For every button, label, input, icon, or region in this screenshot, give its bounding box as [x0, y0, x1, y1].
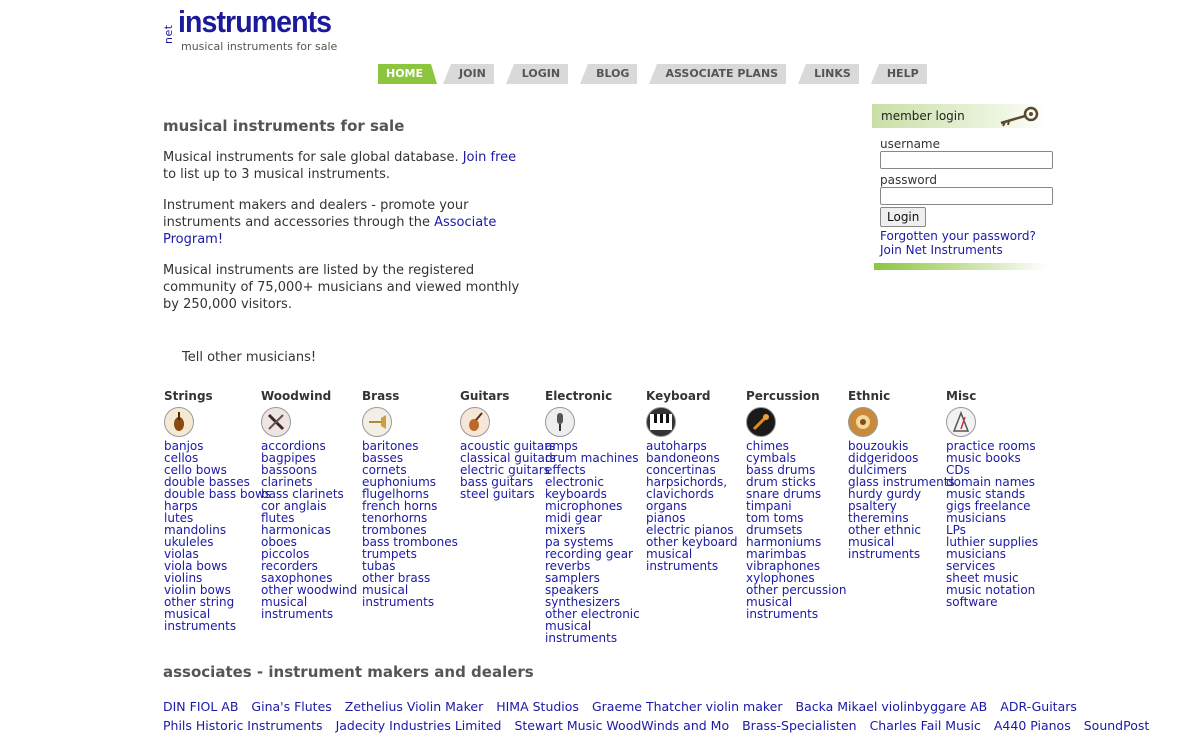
category-title[interactable]: Ethnic [848, 389, 955, 403]
tab-join[interactable]: JOIN [443, 64, 494, 84]
associate-link[interactable]: Charles Fail Music [870, 718, 981, 733]
logo-brand-text: instruments [178, 4, 332, 39]
category-item-link[interactable]: instruments [164, 620, 271, 632]
category-items: acoustic guitars classical guitars electri… [460, 440, 556, 500]
member-login-title: member login [881, 109, 965, 123]
tab-home[interactable]: HOME [378, 64, 438, 84]
violin-icon[interactable] [164, 407, 194, 437]
category-item-link[interactable]: instruments [746, 608, 846, 620]
category-item-link[interactable]: software [946, 596, 1038, 608]
category-items: amps drum machines effects electronic keyboa… [545, 440, 640, 644]
category-electronic: Electronic amps drum machines effects elect… [545, 389, 640, 644]
join-net-instruments-link[interactable]: Join Net Instruments [880, 243, 1047, 257]
forgot-password-link[interactable]: Forgotten your password? [880, 229, 1047, 243]
clarinet-icon[interactable] [261, 407, 291, 437]
associates-row-2: Phils Historic Instruments Jadecity Indus… [163, 718, 1162, 733]
tab-blog[interactable]: BLOG [580, 64, 638, 84]
category-item-link[interactable]: instruments [646, 560, 737, 572]
category-title[interactable]: Guitars [460, 389, 556, 403]
category-item-link[interactable]: steel guitars [460, 488, 556, 500]
guitar-icon[interactable] [460, 407, 490, 437]
associate-link[interactable]: Jadecity Industries Limited [336, 718, 502, 733]
category-title[interactable]: Electronic [545, 389, 640, 403]
category-item-link[interactable]: instruments [362, 596, 458, 608]
associate-link[interactable]: Gina's Flutes [251, 699, 331, 714]
site-logo[interactable]: net instruments musical instruments for … [162, 4, 344, 56]
category-item-link[interactable]: instruments [848, 548, 955, 560]
category-items: practice rooms music books CDs domain names… [946, 440, 1038, 608]
tab-associate-plans[interactable]: ASSOCIATE PLANS [649, 64, 787, 84]
intro-p1-text-end: to list up to 3 musical instruments. [163, 167, 390, 182]
category-items: accordions bagpipes bassoons clarinets bass … [261, 440, 357, 620]
username-input[interactable] [880, 151, 1053, 169]
member-login-panel: member login username password Login For… [872, 104, 1053, 270]
category-items: banjos cellos cello bows double basses doubl… [164, 440, 271, 632]
tab-help[interactable]: HELP [870, 64, 927, 84]
associate-link[interactable]: Stewart Music WoodWinds and Mo [514, 718, 729, 733]
category-keyboard: Keyboard autoharps bandoneons concertinas h… [646, 389, 737, 572]
associate-link[interactable]: Graeme Thatcher violin maker [592, 699, 783, 714]
category-percussion: Percussion chimes cymbals bass drums drum s… [746, 389, 846, 620]
associate-link[interactable]: ADR-Guitars [1000, 699, 1077, 714]
category-title[interactable]: Strings [164, 389, 271, 403]
category-title[interactable]: Brass [362, 389, 458, 403]
intro-paragraph-2: Instrument makers and dealers - promote … [163, 197, 523, 248]
associate-link[interactable]: Brass-Specialisten [742, 718, 856, 733]
tell-other-musicians[interactable]: Tell other musicians! [182, 350, 316, 365]
intro-p2-text: Instrument makers and dealers - promote … [163, 198, 469, 230]
associate-link[interactable]: A440 Pianos [994, 718, 1071, 733]
category-guitars: Guitars acoustic guitars classical guitar… [460, 389, 556, 500]
category-title[interactable]: Misc [946, 389, 1038, 403]
category-item-link[interactable]: instruments [261, 608, 357, 620]
category-items: bouzoukis didgeridoos dulcimers glass instr… [848, 440, 955, 560]
associate-link[interactable]: DIN FIOL AB [163, 699, 238, 714]
category-item-link[interactable]: instruments [545, 632, 640, 644]
key-icon [1000, 106, 1039, 127]
category-ethnic: Ethnic bouzoukis didgeridoos dulcimers glas… [848, 389, 955, 560]
tab-login[interactable]: LOGIN [505, 64, 569, 84]
associate-link[interactable]: SoundPost [1084, 718, 1150, 733]
main-nav: HOME JOIN LOGIN BLOG ASSOCIATE PLANS LIN… [378, 64, 939, 84]
category-title[interactable]: Woodwind [261, 389, 357, 403]
category-brass: Brass baritones basses cornets euphoniums fl… [362, 389, 458, 608]
category-items: autoharps bandoneons concertinas harpsichor… [646, 440, 737, 572]
category-woodwind: Woodwind accordions bagpipes bassoons clari… [261, 389, 357, 620]
logo-net-text: net [162, 24, 175, 44]
tab-links[interactable]: LINKS [798, 64, 859, 84]
password-label: password [880, 173, 937, 187]
intro-paragraph-1: Musical instruments for sale global data… [163, 149, 523, 183]
category-strings: Strings banjos cellos cello bows double bas… [164, 389, 271, 632]
microphone-icon[interactable] [545, 407, 575, 437]
join-free-link[interactable]: Join free [463, 150, 516, 165]
metronome-icon[interactable] [946, 407, 976, 437]
logo-tagline: musical instruments for sale [181, 40, 338, 53]
intro-paragraph-3: Musical instruments are listed by the re… [163, 263, 520, 312]
piano-keys-icon[interactable] [646, 407, 676, 437]
associates-title: associates - instrument makers and deale… [163, 663, 534, 681]
associate-link[interactable]: Zethelius Violin Maker [345, 699, 483, 714]
intro-p1-text: Musical instruments for sale global data… [163, 150, 463, 165]
login-button[interactable]: Login [880, 207, 927, 227]
category-items: chimes cymbals bass drums drum sticks snare … [746, 440, 846, 620]
trumpet-icon[interactable] [362, 407, 392, 437]
associate-link[interactable]: HIMA Studios [496, 699, 579, 714]
ethnic-drum-icon[interactable] [848, 407, 878, 437]
category-title[interactable]: Keyboard [646, 389, 737, 403]
category-items: baritones basses cornets euphoniums flugelho… [362, 440, 458, 608]
page-title: musical instruments for sale [163, 117, 405, 135]
drumstick-icon[interactable] [746, 407, 776, 437]
category-misc: Misc practice rooms music books CDs domain … [946, 389, 1038, 608]
login-footer-bar [874, 263, 1047, 270]
associates-row-1: DIN FIOL AB Gina's Flutes Zethelius Violin… [163, 699, 1090, 714]
associate-link[interactable]: Phils Historic Instruments [163, 718, 323, 733]
category-title[interactable]: Percussion [746, 389, 846, 403]
associate-link[interactable]: Backa Mikael violinbyggare AB [796, 699, 988, 714]
username-label: username [880, 137, 940, 151]
password-input[interactable] [880, 187, 1053, 205]
member-login-header: member login [872, 104, 1047, 128]
